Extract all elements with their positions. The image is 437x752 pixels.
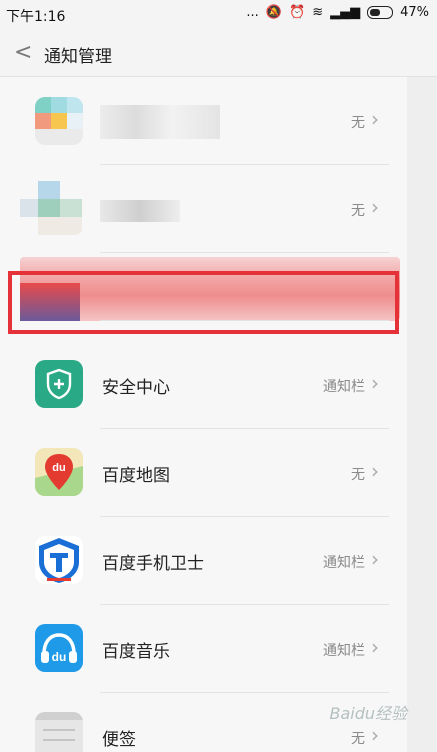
svg-text:du: du (52, 462, 65, 474)
map-pin-du-icon: du (35, 448, 83, 496)
row-value: 通知栏 (323, 643, 365, 659)
chevron-right-icon: › (371, 371, 379, 395)
row-label: 安全中心 (102, 378, 170, 398)
list-item-security-center[interactable]: 安全中心 通知栏 › (0, 341, 437, 429)
alarm-icon: ⏰ (289, 5, 306, 20)
row-value: 无 (351, 467, 365, 483)
row-label: 百度地图 (102, 466, 170, 486)
blurred-label (100, 105, 220, 139)
row-value: 无 (351, 115, 365, 131)
app-icon (20, 181, 84, 235)
app-icon (35, 97, 83, 145)
chevron-right-icon: › (371, 195, 379, 219)
notification-app-list: 无 › 无 › 安全中心 通知栏 › du 百度地图 无 › 百度手机卫士 通知… (0, 77, 437, 752)
mute-icon: 🔕 (265, 5, 282, 20)
app-bar: < 通知管理 (0, 30, 437, 77)
shield-t-icon (35, 536, 83, 584)
row-value: 通知栏 (323, 379, 365, 395)
list-item[interactable]: 无 › (0, 77, 437, 165)
chevron-right-icon: › (371, 107, 379, 131)
page-title: 通知管理 (44, 47, 112, 67)
status-bar: 下午1:16 ... 🔕 ⏰ ≋ ▂▄▆ 47% (0, 0, 437, 30)
row-value: 无 (351, 731, 365, 747)
chevron-right-icon: › (371, 459, 379, 483)
list-item-baidu-map[interactable]: du 百度地图 无 › (0, 429, 437, 517)
back-icon[interactable]: < (14, 40, 32, 65)
highlight-box (8, 271, 399, 334)
list-item[interactable]: 无 › (0, 165, 437, 253)
signal-icon: ▂▄▆ (330, 5, 361, 20)
row-label: 百度手机卫士 (102, 554, 204, 574)
status-icons: ... 🔕 ⏰ ≋ ▂▄▆ 47% (246, 5, 429, 20)
wifi-icon: ≋ (312, 5, 324, 20)
chevron-right-icon: › (371, 723, 379, 747)
chevron-right-icon: › (371, 547, 379, 571)
list-item-baidu-guard[interactable]: 百度手机卫士 通知栏 › (0, 517, 437, 605)
row-label: 百度音乐 (102, 642, 170, 662)
svg-text:du: du (52, 650, 67, 664)
watermark: Baidu经验 (329, 704, 407, 723)
row-value: 无 (351, 203, 365, 219)
more-dots: ... (246, 5, 259, 20)
shield-plus-icon (35, 360, 83, 408)
scroll-edge (407, 77, 437, 752)
row-label: 便签 (102, 730, 136, 750)
row-value: 通知栏 (323, 555, 365, 571)
chevron-right-icon: › (371, 635, 379, 659)
notepad-icon (35, 712, 83, 752)
list-item-baidu-music[interactable]: du 百度音乐 通知栏 › (0, 605, 437, 693)
battery-icon (367, 6, 394, 19)
status-time: 下午1:16 (6, 9, 66, 25)
blurred-label (100, 200, 180, 222)
headphones-du-icon: du (35, 624, 83, 672)
battery-percent: 47% (400, 5, 429, 20)
